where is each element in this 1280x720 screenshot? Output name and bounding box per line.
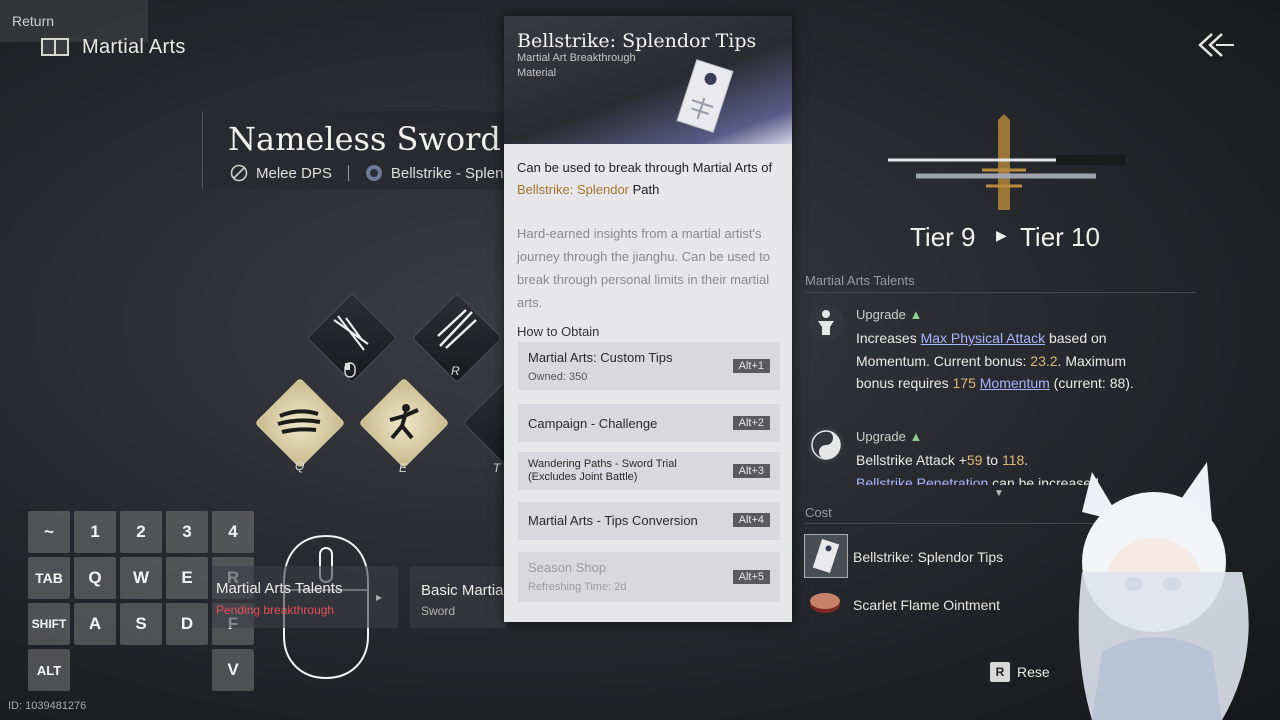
key-3[interactable]: 3 [166, 511, 208, 553]
upgrade-arrow-icon: ▲ [909, 307, 923, 322]
talent-text: Increases [856, 330, 921, 346]
cost-label: Cost [805, 505, 832, 520]
basic-card-sub: Sword [421, 604, 456, 618]
talent-link[interactable]: Momentum [980, 375, 1050, 391]
hotkey-badge: Alt+4 [732, 513, 770, 527]
obtain-source[interactable]: Wandering Paths - Sword Trial (Excludes … [518, 452, 780, 490]
divider [805, 292, 1195, 293]
upgrade-arrow-icon: ▲ [909, 429, 923, 444]
claw-skill-icon [437, 309, 477, 349]
character-name: Nameless Sword [228, 120, 501, 158]
page-title: Martial Arts [82, 36, 186, 58]
skill-key-t: T [493, 461, 501, 475]
slash-skill-icon [333, 315, 369, 351]
talent-text: (current: 88). [1049, 375, 1134, 391]
user-id: ID: 1039481276 [8, 700, 87, 712]
role-label: Melee DPS [256, 164, 332, 182]
upgrade-label: Upgrade [856, 307, 906, 322]
talent-description: Increases Max Physical Attack based on M… [856, 327, 1156, 395]
talents-section-label: Martial Arts Talents [805, 273, 915, 288]
bell-path-icon [365, 165, 382, 181]
key-tilde[interactable]: ~ [28, 511, 70, 553]
arrow-right-icon: ▶ [996, 227, 1007, 243]
key-4[interactable]: 4 [212, 511, 254, 553]
talent-link[interactable]: Bellstrike Penetration [856, 475, 988, 486]
desc-text-end: Path [629, 182, 660, 197]
tooltip-lore: Hard-earned insights from a martial arti… [517, 226, 770, 310]
yin-yang-icon [808, 427, 844, 463]
sword-wave-icon [277, 409, 321, 434]
talent-number: 175 [952, 375, 976, 391]
cost-item-name: Scarlet Flame Ointment [853, 597, 1001, 613]
skill-key-q: Q [295, 459, 305, 473]
blocked-sword-icon [230, 164, 248, 182]
obtain-source[interactable]: Campaign - Challenge Alt+2 [518, 404, 780, 442]
tooltip-description: Can be used to break through Martial Art… [517, 157, 779, 201]
talent-number: 118 [1001, 452, 1025, 468]
key-e[interactable]: E [166, 557, 208, 599]
book-icon [41, 38, 69, 56]
talents-card-title: Martial Arts Talents [216, 580, 343, 597]
talent-text: Bellstrike Attack + [856, 452, 967, 468]
key-v[interactable]: V [212, 649, 254, 691]
reset-button[interactable]: Rese [1017, 664, 1050, 680]
cost-item-name: Bellstrike: Splendor Tips [853, 549, 1004, 565]
obtain-source[interactable]: Martial Arts: Custom Tips Owned: 350 Alt… [518, 342, 780, 390]
desc-text: Can be used to break through Martial Art… [517, 160, 773, 175]
streamer-avatar [1078, 462, 1249, 720]
fighter-pose-icon [389, 404, 419, 440]
talent-number: 23.2 [1030, 352, 1058, 369]
chevron-right-icon: ▸ [376, 590, 383, 604]
talent-text: to [982, 452, 1002, 468]
obtain-source[interactable]: Season Shop Refreshing Time: 2d Alt+5 [518, 552, 780, 602]
mouse-icon [344, 362, 356, 378]
hotkey-badge: Alt+5 [732, 570, 770, 584]
reset-key-badge: R [990, 662, 1010, 682]
obtain-source[interactable]: Martial Arts - Tips Conversion Alt+4 [518, 502, 780, 540]
key-2[interactable]: 2 [120, 511, 162, 553]
key-q[interactable]: Q [74, 557, 116, 599]
talent-link[interactable]: Max Physical Attack [921, 330, 1046, 346]
hotkey-badge: Alt+3 [732, 464, 770, 478]
cost-item-slot[interactable] [804, 534, 848, 578]
hotkey-badge: Alt+1 [732, 359, 770, 373]
return-label: Return [12, 13, 55, 29]
upgrade-tag: Upgrade ▲ [856, 429, 922, 444]
key-a[interactable]: A [74, 603, 116, 645]
upgrade-label: Upgrade [856, 429, 906, 444]
key-1[interactable]: 1 [74, 511, 116, 553]
sword-weapon-icon [888, 114, 1126, 210]
tier-current: Tier 9 [910, 222, 976, 252]
how-to-obtain-label: How to Obtain [517, 324, 600, 339]
key-w[interactable]: W [120, 557, 162, 599]
tooltip-title: Bellstrike: Splendor Tips [517, 30, 757, 52]
scroll-down-icon[interactable]: ▼ [994, 488, 1004, 499]
key-tab[interactable]: TAB [28, 557, 70, 599]
key-s[interactable]: S [120, 603, 162, 645]
tips-scroll-icon [676, 59, 734, 133]
skill-key-e: E [399, 461, 408, 475]
key-shift[interactable]: SHIFT [28, 603, 70, 645]
talents-card-status: Pending breakthrough [216, 603, 335, 617]
source-name: Wandering Paths - Sword Trial (Excludes … [528, 458, 677, 483]
desc-path-highlight: Bellstrike: Splendor [517, 182, 629, 197]
talent-number: 59 [966, 452, 983, 468]
divider [347, 165, 349, 181]
talent-text: . [1024, 452, 1029, 468]
upgrade-tag: Upgrade ▲ [856, 307, 922, 322]
skill-key-r: R [451, 364, 460, 378]
key-alt[interactable]: ALT [28, 649, 70, 691]
back-arrow-icon[interactable] [1196, 30, 1236, 60]
tips-scroll-icon [812, 538, 840, 574]
character-tags: Melee DPS Bellstrike - Splendor [230, 164, 525, 182]
ointment-jar-icon [810, 593, 840, 613]
tooltip-subtitle: Martial Art Breakthrough Material [517, 52, 636, 79]
hotkey-badge: Alt+2 [732, 416, 770, 430]
tier-next: Tier 10 [1020, 222, 1100, 252]
talents-card[interactable] [212, 566, 398, 628]
body-stance-icon [808, 305, 844, 341]
basic-card-title: Basic Martial [421, 582, 507, 599]
key-d[interactable]: D [166, 603, 208, 645]
